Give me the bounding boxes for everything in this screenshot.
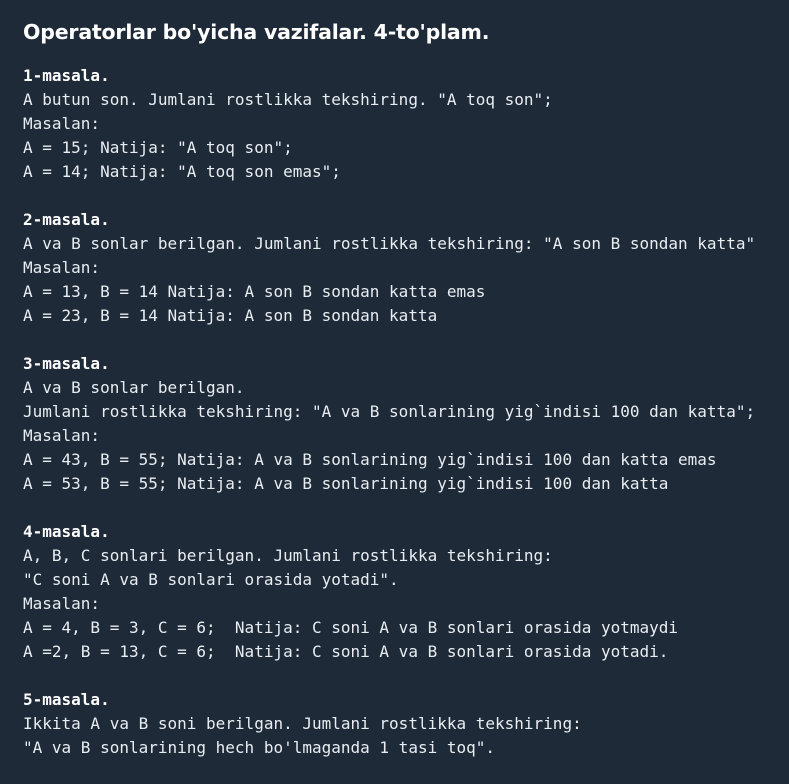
problem-statement: A va B sonlar berilgan. <box>23 378 245 397</box>
example-line: A = 23, B = 14 Natija: A son B sondan ka… <box>23 306 438 325</box>
problem-2: 2-masala. A va B sonlar berilgan. Jumlan… <box>23 208 779 328</box>
problem-heading: 4-masala. <box>23 522 110 541</box>
page-title: Operatorlar bo'yicha vazifalar. 4-to'pla… <box>23 20 490 44</box>
problem-statement: Ikkita A va B soni berilgan. Jumlani ros… <box>23 714 582 733</box>
problem-1: 1-masala. A butun son. Jumlani rostlikka… <box>23 64 779 184</box>
problem-heading: 2-masala. <box>23 210 110 229</box>
problem-4: 4-masala. A, B, C sonlari berilgan. Juml… <box>23 520 779 664</box>
problem-heading: 1-masala. <box>23 66 110 85</box>
example-line: A = 43, B = 55; Natija: A va B sonlarini… <box>23 450 717 469</box>
problem-statement: "C soni A va B sonlari orasida yotadi". <box>23 570 399 589</box>
problem-statement: A va B sonlar berilgan. Jumlani rostlikk… <box>23 234 756 253</box>
problem-statement: "A va B sonlarining hech bo'lmaganda 1 t… <box>23 738 496 757</box>
example-line: A = 53, B = 55; Natija: A va B sonlarini… <box>23 474 669 493</box>
problem-heading: 3-masala. <box>23 354 110 373</box>
example-label: Masalan: <box>23 258 101 277</box>
problem-5: 5-masala. Ikkita A va B soni berilgan. J… <box>23 688 779 760</box>
problem-3: 3-masala. A va B sonlar berilgan. Jumlan… <box>23 352 779 496</box>
example-line: A = 15; Natija: "A toq son"; <box>23 138 293 157</box>
problem-heading: 5-masala. <box>23 690 110 709</box>
problem-list: 1-masala. A butun son. Jumlani rostlikka… <box>23 64 779 760</box>
content-container: Operatorlar bo'yicha vazifalar. 4-to'pla… <box>23 18 779 784</box>
problem-statement: Jumlani rostlikka tekshiring: "A va B so… <box>23 402 756 421</box>
example-line: A = 13, B = 14 Natija: A son B sondan ka… <box>23 282 486 301</box>
problem-statement: A, B, C sonlari berilgan. Jumlani rostli… <box>23 546 553 565</box>
example-line: A = 4, B = 3, C = 6; Natija: C soni A va… <box>23 618 679 637</box>
problem-statement: A butun son. Jumlani rostlikka tekshirin… <box>23 90 553 109</box>
example-label: Masalan: <box>23 114 101 133</box>
example-line: A =2, B = 13, C = 6; Natija: C soni A va… <box>23 642 669 661</box>
example-label: Masalan: <box>23 594 101 613</box>
example-line: A = 14; Natija: "A toq son emas"; <box>23 162 341 181</box>
example-label: Masalan: <box>23 426 101 445</box>
